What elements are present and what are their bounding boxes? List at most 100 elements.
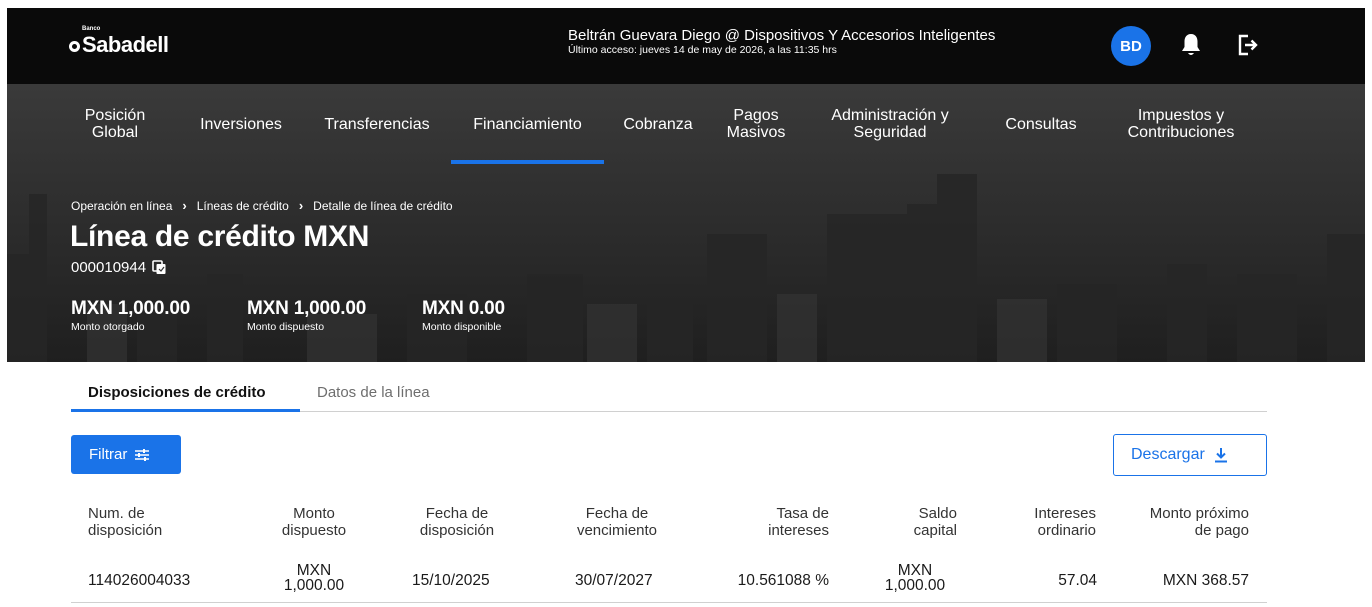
nav-label: Cobranza	[623, 115, 693, 133]
logo-name: Sabadell	[82, 32, 169, 57]
column-header-fecha-vencimiento[interactable]: Fecha de vencimiento	[564, 505, 670, 539]
nav-item-transferencias[interactable]: Transferencias	[309, 84, 445, 164]
header-line2: de pago	[1194, 522, 1249, 539]
column-header-monto-dispuesto[interactable]: Monto dispuesto	[269, 505, 359, 539]
breadcrumb: Operación en línea › Líneas de crédito ›…	[71, 198, 453, 213]
logo-mark-icon	[69, 41, 80, 52]
cell-num-disposicion: 114026004033	[88, 572, 191, 589]
cell-monto-proximo-pago: MXN 368.57	[1162, 572, 1249, 589]
nav-label-line1: Impuestos y	[1137, 107, 1225, 124]
header-line2: disposición	[88, 522, 163, 539]
main-nav: Posición Global Inversiones Transferencia…	[7, 84, 1365, 164]
nav-item-impuestos-contribuciones[interactable]: Impuestos y Contribuciones	[1111, 84, 1251, 164]
amount-otorgado: MXN 1,000.00 Monto otorgado	[71, 298, 190, 333]
header-line2: intereses	[768, 522, 829, 539]
logout-icon[interactable]	[1235, 32, 1259, 58]
header-line2: dispuesto	[281, 522, 347, 539]
chevron-right-icon: ›	[182, 198, 187, 213]
cell-line1: MXN	[897, 562, 933, 579]
column-header-tasa-intereses[interactable]: Tasa de intereses	[727, 505, 829, 539]
header-line1: Monto	[293, 505, 335, 522]
cell-line1: MXN	[296, 562, 332, 579]
chevron-right-icon: ›	[298, 198, 304, 213]
avatar[interactable]: BD	[1111, 26, 1151, 66]
header-line2: vencimiento	[576, 522, 658, 539]
top-bar: Banco Sabadell Beltrán Guevara Diego @ D…	[7, 8, 1365, 84]
nav-item-pagos-masivos[interactable]: Pagos Masivos	[711, 84, 801, 164]
nav-label-line2: Seguridad	[853, 124, 927, 141]
cell-fecha-vencimiento: 30/07/2027	[575, 572, 653, 589]
amount-label: Monto dispuesto	[247, 321, 325, 333]
nav-item-inversiones[interactable]: Inversiones	[185, 84, 297, 164]
cell-line2: 1,000.00	[884, 577, 946, 594]
amount-label: Monto disponible	[422, 321, 502, 333]
header-line2: ordinario	[1037, 522, 1096, 539]
amount-dispuesto: MXN 1,000.00 Monto dispuesto	[247, 298, 366, 333]
page-frame: Banco Sabadell Beltrán Guevara Diego @ D…	[7, 8, 1365, 607]
cell-fecha-disposicion: 15/10/2025	[412, 572, 490, 589]
cell-intereses-ordinario: 57.04	[1058, 572, 1097, 589]
row-divider	[71, 602, 1267, 603]
header-line1: Saldo	[918, 505, 957, 522]
header-line2: capital	[913, 522, 957, 539]
account-number: 000010944	[71, 259, 147, 276]
sliders-icon	[135, 448, 150, 461]
column-header-fecha-disposicion[interactable]: Fecha de disposición	[409, 505, 505, 539]
filter-button[interactable]: Filtrar	[71, 435, 181, 474]
amount-label: Monto otorgado	[71, 321, 145, 333]
cell-line2: 1,000.00	[283, 577, 345, 594]
active-tab-indicator	[71, 409, 300, 412]
breadcrumb-item-operacion[interactable]: Operación en línea	[71, 199, 172, 213]
amount-value: MXN 0.00	[422, 298, 505, 319]
nav-label-line2: Contribuciones	[1127, 124, 1235, 141]
nav-item-financiamiento[interactable]: Financiamiento	[451, 84, 604, 164]
header-line1: Fecha de	[425, 505, 489, 522]
nav-label: Financiamiento	[473, 115, 582, 133]
tab-datos-linea[interactable]: Datos de la línea	[317, 384, 430, 401]
amount-disponible: MXN 0.00 Monto disponible	[422, 298, 505, 333]
nav-label-line1: Administración y	[831, 107, 949, 124]
column-header-saldo-capital[interactable]: Saldo capital	[867, 505, 957, 539]
cell-saldo-capital: MXN 1,000.00	[872, 562, 958, 594]
user-info: Beltrán Guevara Diego @ Dispositivos Y A…	[568, 27, 995, 56]
amount-value: MXN 1,000.00	[247, 298, 367, 319]
header-line2: disposición	[419, 522, 495, 539]
nav-item-consultas[interactable]: Consultas	[989, 84, 1093, 164]
filter-label: Filtrar	[89, 446, 128, 463]
cell-tasa-intereses: 10.561088 %	[737, 572, 829, 589]
account-number-row: 000010944	[71, 259, 167, 276]
bell-icon[interactable]	[1179, 32, 1203, 58]
header-line1: Fecha de	[585, 505, 649, 522]
cell-monto-dispuesto: MXN 1,000.00	[269, 562, 359, 594]
nav-item-cobranza[interactable]: Cobranza	[613, 84, 703, 164]
download-button[interactable]: Descargar	[1113, 434, 1267, 476]
copy-icon[interactable]	[152, 260, 167, 275]
download-icon	[1214, 448, 1227, 463]
nav-label: Transferencias	[324, 115, 430, 133]
hero-banner: Posición Global Inversiones Transferencia…	[7, 84, 1365, 362]
amount-value: MXN 1,000.00	[71, 298, 191, 319]
user-name: Beltrán Guevara Diego @ Dispositivos Y A…	[568, 27, 996, 44]
download-label: Descargar	[1131, 446, 1205, 463]
nav-item-posicion-global[interactable]: Posición Global	[75, 84, 155, 164]
nav-label: Inversiones	[200, 115, 282, 133]
header-line1: Monto próximo	[1149, 505, 1249, 522]
nav-label-line1: Posición	[84, 107, 146, 124]
breadcrumb-item-detalle: Detalle de línea de crédito	[313, 198, 453, 213]
nav-label-line2: Masivos	[726, 124, 786, 141]
breadcrumb-item-lineas[interactable]: Líneas de crédito	[197, 199, 289, 213]
nav-item-administracion-seguridad[interactable]: Administración y Seguridad	[815, 84, 965, 164]
nav-label-line2: Global	[91, 124, 139, 141]
page-title: Línea de crédito MXN	[70, 220, 370, 253]
column-header-num-disposicion[interactable]: Num. de disposición	[88, 505, 162, 539]
header-line1: Num. de	[88, 505, 145, 522]
nav-label: Consultas	[1005, 115, 1077, 133]
content-tabs: Disposiciones de crédito Datos de la lín…	[71, 372, 1267, 412]
column-header-monto-proximo-pago[interactable]: Monto próximo de pago	[1123, 505, 1249, 539]
sabadell-logo[interactable]: Banco Sabadell	[69, 26, 169, 58]
nav-label-line1: Pagos	[733, 107, 779, 124]
header-line1: Tasa de	[776, 505, 829, 522]
column-header-intereses-ordinario[interactable]: Intereses ordinario	[1002, 505, 1096, 539]
tab-disposiciones-credito[interactable]: Disposiciones de crédito	[88, 384, 266, 401]
logo-small-text: Banco	[82, 26, 101, 32]
